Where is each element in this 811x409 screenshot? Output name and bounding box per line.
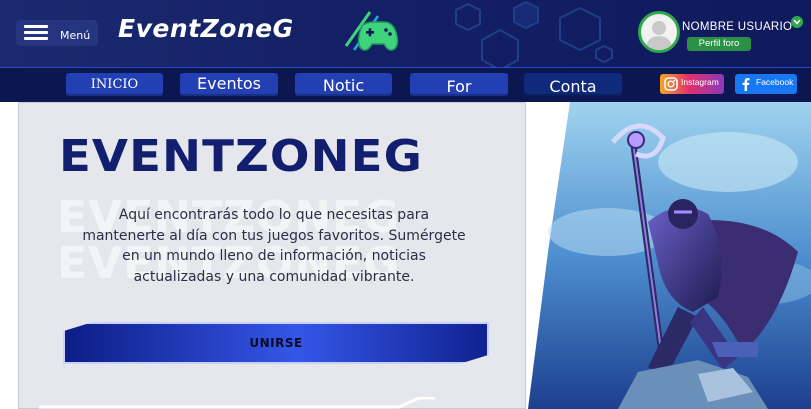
facebook-icon: [742, 78, 750, 91]
user-silhouette-icon: [645, 21, 673, 50]
nav-item-foro[interactable]: For: [410, 73, 508, 96]
hero-title: EVENTZONEG: [59, 131, 423, 182]
nav-item-eventos[interactable]: Eventos: [180, 73, 278, 96]
nav-item-contacto[interactable]: Conta: [524, 73, 622, 96]
character-illustration: [528, 102, 811, 409]
menu-label: Menú: [60, 28, 91, 42]
instagram-label: Instagram: [681, 77, 719, 87]
user-panel: NOMBRE USUARIO Perfil foro: [638, 11, 808, 55]
hero-character-artwork: [528, 102, 811, 409]
facebook-link[interactable]: Facebook: [735, 74, 797, 94]
site-header: Menú EventZoneG NOMBRE USUARIO Perfil fo…: [0, 0, 811, 67]
instagram-link[interactable]: Instagram: [660, 74, 724, 94]
facebook-label: Facebook: [756, 77, 794, 87]
forum-profile-button[interactable]: Perfil foro: [687, 37, 751, 51]
card-bottom-decoration: [39, 397, 435, 409]
instagram-icon: [664, 77, 678, 91]
user-avatar[interactable]: [638, 11, 680, 53]
gamepad-logo-icon: [344, 11, 399, 51]
join-button-label: UNIRSE: [249, 336, 303, 350]
nav-item-noticias[interactable]: Notic: [295, 73, 392, 96]
join-button[interactable]: UNIRSE: [63, 322, 489, 364]
menu-button[interactable]: Menú: [16, 20, 98, 46]
nav-item-inicio[interactable]: INICIO: [66, 73, 163, 96]
main-navigation: INICIO Eventos Notic For Conta Instagram…: [0, 67, 811, 102]
site-logo-text[interactable]: EventZoneG: [118, 14, 294, 43]
username-label: NOMBRE USUARIO: [682, 21, 793, 33]
hamburger-icon: [24, 25, 48, 41]
hero-card: EVENTZONEG EVENTZONEG EVENTZONEG Aquí en…: [18, 102, 526, 409]
user-dropdown-toggle[interactable]: [791, 16, 803, 28]
chevron-down-icon: [793, 19, 801, 25]
hexagon-pattern-decoration: [455, 0, 613, 67]
hero-description: Aquí encontrarás todo lo que necesitas p…: [82, 207, 466, 285]
